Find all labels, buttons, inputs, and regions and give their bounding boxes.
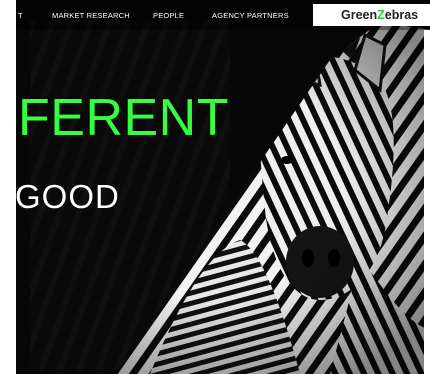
nav-item-partial-left[interactable]: T [18, 11, 23, 20]
top-nav: T MARKET RESEARCH PEOPLE AGENCY PARTNERS… [0, 0, 430, 30]
right-edge-strip [424, 30, 430, 374]
logo[interactable]: GreenZebras [313, 4, 430, 26]
hero-headline-line1: FERENT [18, 89, 229, 147]
hero-headline-line2: GOOD [15, 178, 120, 215]
nav-item-agency-partners[interactable]: AGENCY PARTNERS [212, 11, 289, 20]
logo-text: GreenZebras [341, 8, 419, 22]
left-edge [0, 0, 16, 374]
nav-item-people[interactable]: PEOPLE [153, 11, 184, 20]
nav-item-market-research[interactable]: MARKET RESEARCH [52, 11, 130, 20]
hero-page: T MARKET RESEARCH PEOPLE AGENCY PARTNERS… [0, 0, 430, 374]
